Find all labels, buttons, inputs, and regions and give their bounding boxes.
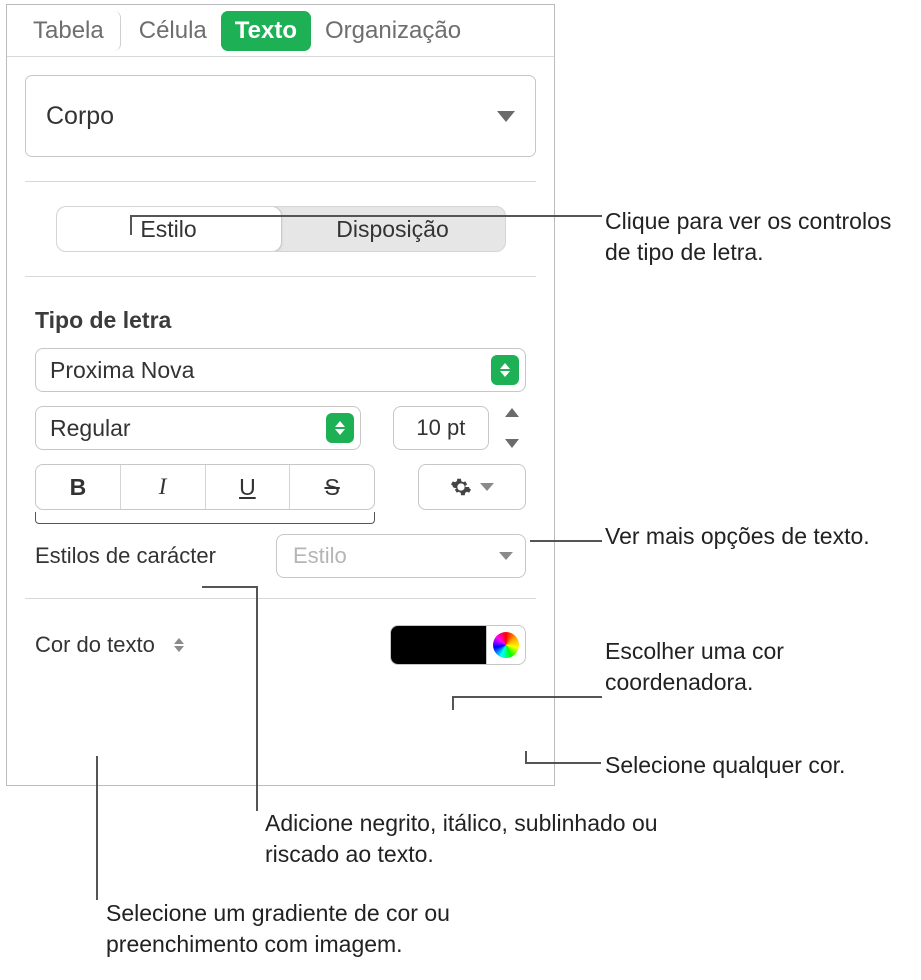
chevron-down-icon [497, 111, 515, 122]
bold-button[interactable]: B [36, 465, 121, 509]
callout-line [130, 215, 602, 217]
callout-line [256, 586, 258, 811]
bracket-decoration [35, 512, 375, 524]
font-size-field[interactable]: 10 pt [393, 406, 489, 450]
divider [25, 276, 536, 277]
text-style-group: B I U S [35, 464, 375, 510]
advanced-options-button[interactable] [418, 464, 526, 510]
character-style-select[interactable]: Estilo [276, 534, 526, 578]
font-weight-value: Regular [50, 415, 131, 442]
callout-style-tab: Clique para ver os controlos de tipo de … [605, 206, 905, 268]
paragraph-style-value: Corpo [46, 102, 114, 131]
color-wheel-button[interactable] [486, 625, 526, 665]
character-style-placeholder: Estilo [293, 543, 347, 569]
style-layout-segmented: Estilo Disposição [56, 206, 506, 252]
font-size-stepper [505, 406, 526, 450]
callout-line [96, 756, 98, 900]
paragraph-style-select[interactable]: Corpo [25, 75, 536, 157]
callout-color-label: Selecione um gradiente de cor ou preench… [106, 898, 556, 960]
chevron-down-icon [499, 552, 513, 560]
font-weight-select[interactable]: Regular [35, 406, 361, 450]
font-family-select[interactable]: Proxima Nova [35, 348, 526, 392]
strikethrough-button[interactable]: S [290, 465, 374, 509]
gear-icon [450, 476, 472, 498]
callout-line [530, 540, 602, 542]
inspector-tabs: Tabela Célula Texto Organização [7, 5, 554, 57]
callout-line [525, 751, 527, 763]
underline-button[interactable]: U [206, 465, 291, 509]
tab-cell[interactable]: Célula [125, 11, 221, 51]
stepper-down-icon[interactable] [505, 439, 519, 448]
callout-gear: Ver mais opções de texto. [605, 521, 905, 552]
font-section-label: Tipo de letra [35, 307, 554, 334]
callout-line [452, 696, 602, 698]
callout-line [202, 586, 257, 588]
tab-table[interactable]: Tabela [19, 11, 121, 51]
updown-icon [491, 355, 519, 385]
text-color-label: Cor do texto [35, 632, 155, 658]
font-family-value: Proxima Nova [50, 357, 194, 384]
divider [25, 598, 536, 599]
color-swatch-button[interactable] [390, 625, 486, 665]
character-styles-label: Estilos de carácter [35, 543, 216, 569]
callout-swatch: Escolher uma cor coordenadora. [605, 636, 905, 698]
stepper-up-icon[interactable] [505, 408, 519, 417]
callout-line [525, 762, 601, 764]
updown-icon [165, 630, 193, 660]
color-wheel-icon [493, 632, 519, 658]
italic-button[interactable]: I [121, 465, 206, 509]
color-controls [390, 625, 526, 665]
segment-layout[interactable]: Disposição [281, 207, 505, 251]
tab-text[interactable]: Texto [221, 11, 311, 51]
segment-style[interactable]: Estilo [56, 206, 282, 252]
format-inspector-panel: Tabela Célula Texto Organização Corpo Es… [6, 4, 555, 786]
callout-line [130, 215, 132, 235]
divider [25, 181, 536, 182]
tab-organization[interactable]: Organização [311, 11, 475, 51]
callout-bius: Adicione negrito, itálico, sublinhado ou… [265, 808, 665, 870]
font-size-value: 10 pt [416, 415, 465, 441]
updown-icon [326, 413, 354, 443]
callout-line [452, 696, 454, 710]
chevron-down-icon [480, 483, 494, 491]
text-color-popup[interactable]: Cor do texto [35, 630, 193, 660]
callout-wheel: Selecione qualquer cor. [605, 750, 921, 781]
